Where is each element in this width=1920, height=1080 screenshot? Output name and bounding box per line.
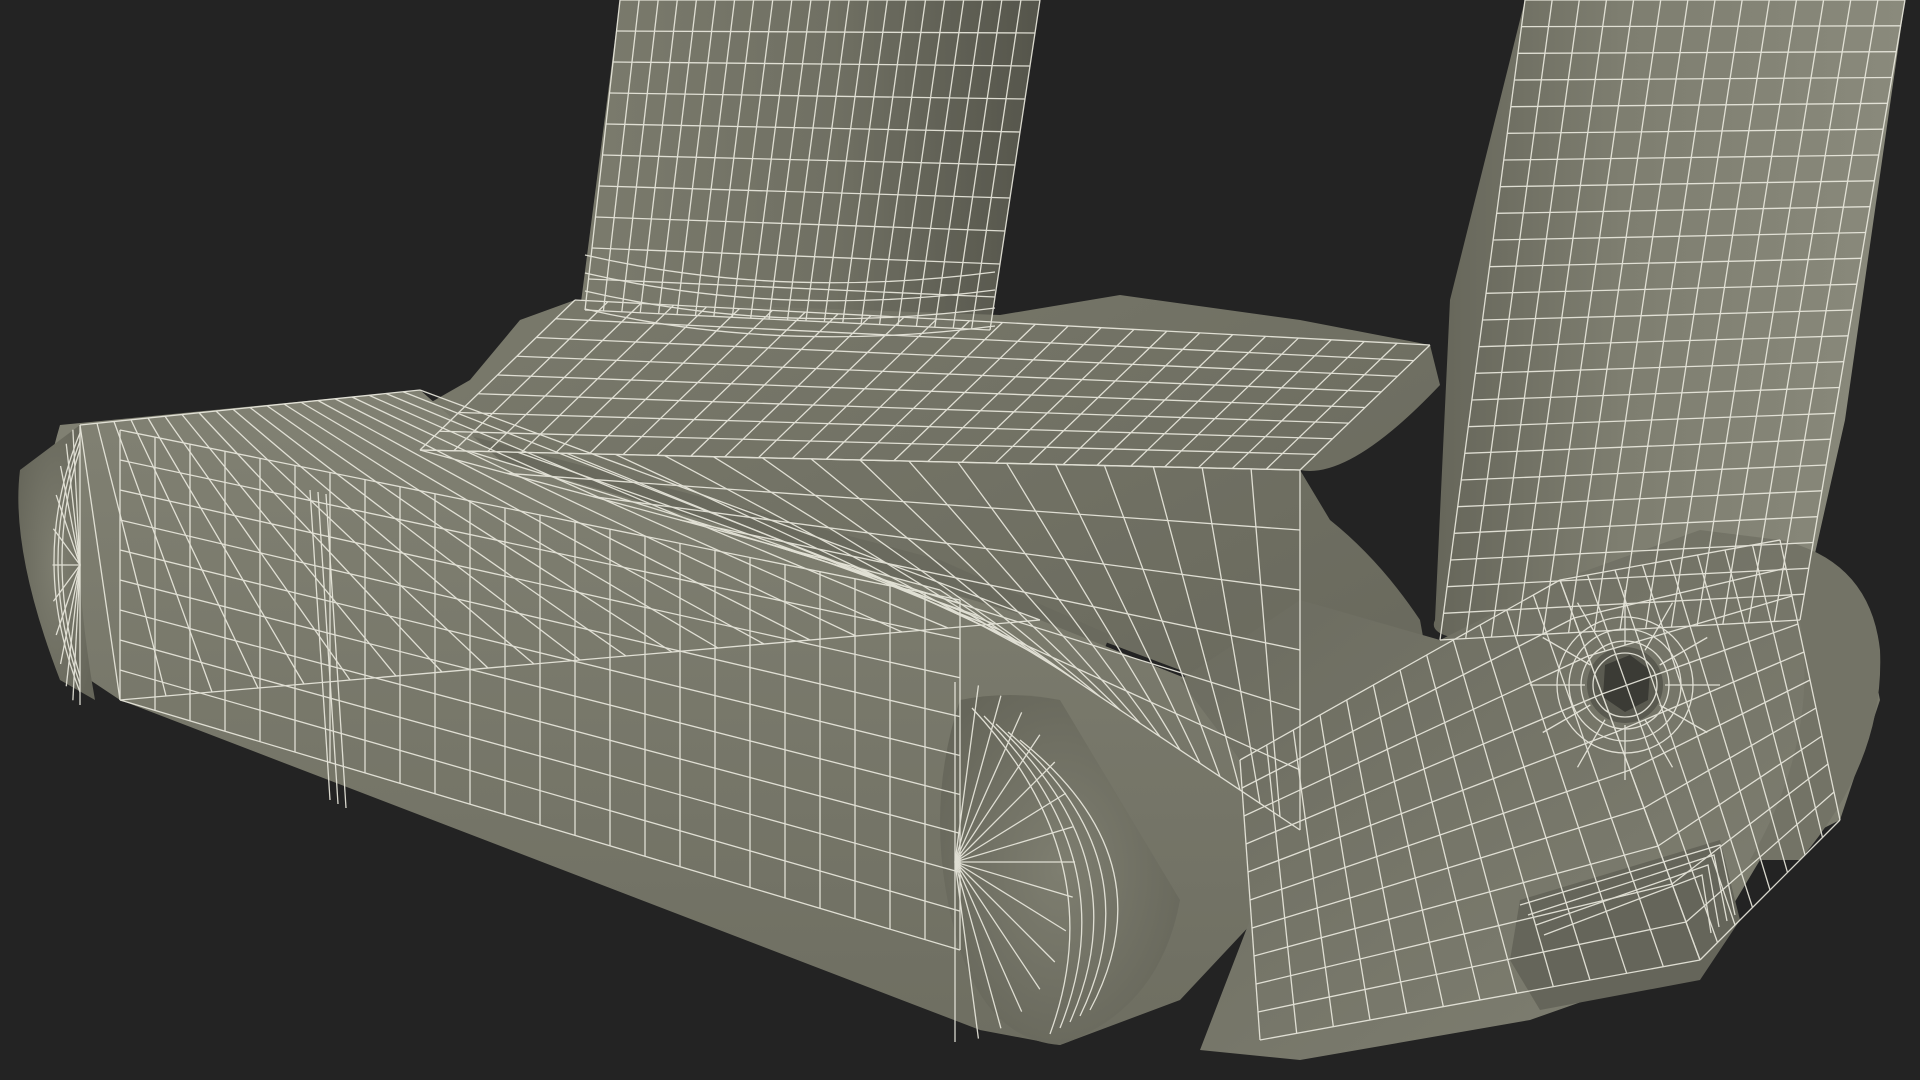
wireframe-model-render bbox=[18, 0, 1906, 1060]
left-tube bbox=[580, 0, 1040, 355]
render-viewport bbox=[0, 0, 1920, 1080]
